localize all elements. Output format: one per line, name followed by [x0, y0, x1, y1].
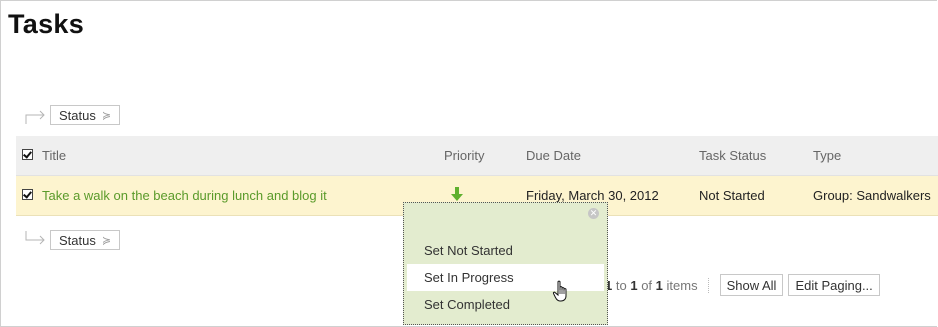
column-header-task-status[interactable]: Task Status — [699, 148, 813, 163]
status-menu: ✕ Set Not Started Set In Progress Set Co… — [403, 202, 608, 325]
page-title: Tasks — [8, 9, 85, 39]
select-all-cell — [16, 148, 42, 163]
pager-summary: 1 to 1 of 1 items — [605, 277, 709, 293]
select-all-checkbox[interactable] — [22, 149, 33, 160]
down-arrow-icon — [450, 186, 464, 202]
column-header-priority[interactable]: Priority — [444, 148, 526, 163]
task-title-link[interactable]: Take a walk on the beach during lunch an… — [42, 188, 444, 203]
chevron-down-icon: ≽ — [101, 109, 112, 122]
corner-arrow-icon — [22, 104, 50, 126]
row-checkbox[interactable] — [22, 189, 33, 200]
status-menu-header: ✕ — [404, 203, 607, 237]
top-action-bar: Status ≽ — [22, 104, 121, 126]
hand-cursor-icon — [552, 280, 572, 309]
corner-arrow-icon — [22, 229, 50, 251]
type-cell: Group: Sandwalkers — [813, 188, 931, 203]
status-button-top[interactable]: Status ≽ — [50, 105, 121, 125]
menu-item-set-not-started[interactable]: Set Not Started — [407, 237, 604, 264]
menu-item-set-completed[interactable]: Set Completed — [407, 291, 604, 318]
task-status-cell: Not Started — [699, 188, 765, 203]
menu-item-set-in-progress[interactable]: Set In Progress — [407, 264, 604, 291]
column-header-due-date[interactable]: Due Date — [526, 148, 699, 163]
close-icon[interactable]: ✕ — [588, 208, 599, 219]
column-header-type[interactable]: Type — [813, 148, 938, 163]
column-header-title[interactable]: Title — [42, 148, 444, 163]
status-button-label: Status — [59, 232, 96, 248]
row-select-cell — [16, 188, 42, 203]
chevron-down-icon: ≽ — [101, 234, 112, 247]
status-button-bottom[interactable]: Status ≽ — [50, 230, 121, 250]
bottom-action-bar: Status ≽ — [22, 229, 121, 251]
status-button-label: Status — [59, 107, 96, 123]
show-all-button[interactable]: Show All — [719, 274, 784, 296]
edit-paging-button[interactable]: Edit Paging... — [788, 274, 880, 296]
due-date-cell: Friday, March 30, 2012 — [526, 188, 659, 203]
pager: 1 to 1 of 1 items Show All Edit Paging..… — [605, 273, 880, 297]
table-header: Title Priority Due Date Task Status Type — [16, 136, 938, 176]
